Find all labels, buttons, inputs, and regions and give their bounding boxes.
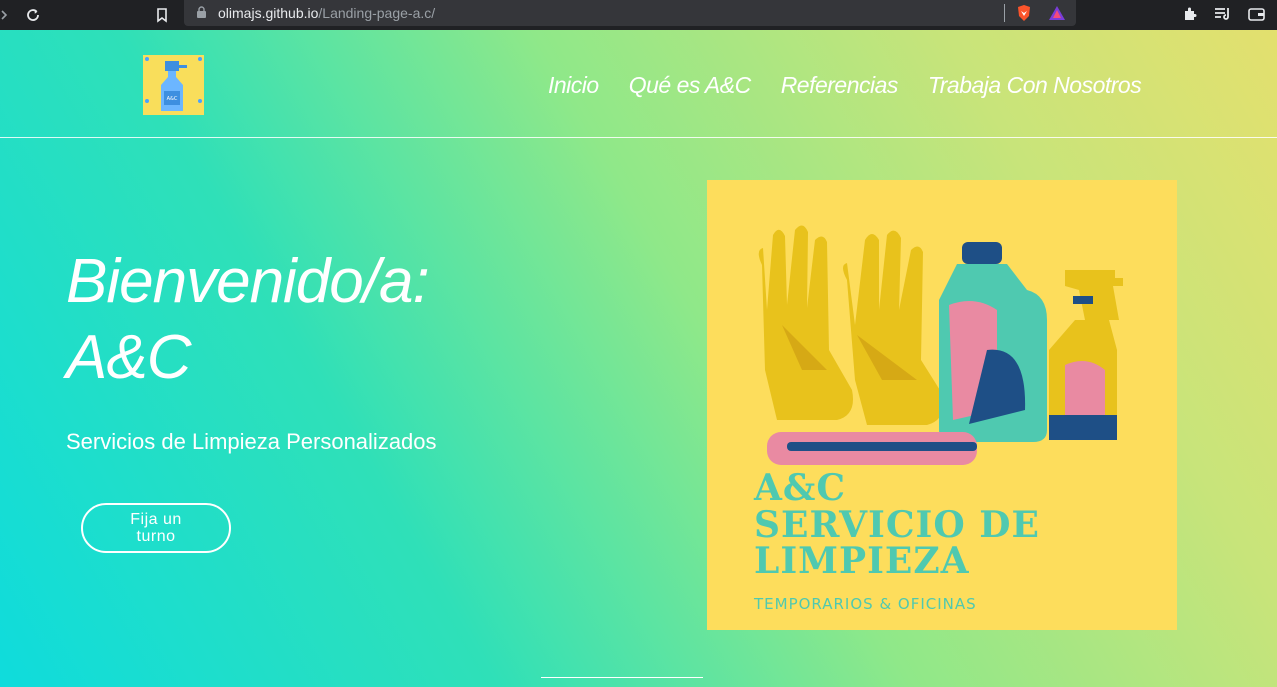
media-playlist-icon[interactable] [1214, 6, 1232, 27]
nav-item-referencias[interactable]: Referencias [781, 72, 899, 99]
extensions-icon[interactable] [1182, 6, 1198, 27]
logo-text: A&C [167, 96, 178, 102]
hero-title-line1: Bienvenido/a: [66, 247, 430, 316]
hero-title: Bienvenido/a: A&C [66, 244, 430, 396]
brave-rewards-icon[interactable] [1048, 5, 1066, 26]
reload-icon[interactable] [21, 3, 45, 27]
promo-image: A&C SERVICIO DE LIMPIEZA TEMPORARIOS & O… [707, 180, 1177, 630]
site-logo[interactable]: A&C [143, 55, 204, 115]
hero-title-line2: A&C [66, 323, 191, 392]
url-path: /Landing-page-a.c/ [318, 5, 436, 21]
book-appointment-button[interactable]: Fija un turno [81, 503, 231, 553]
nav-item-inicio[interactable]: Inicio [548, 72, 599, 99]
promo-headline: SERVICIO DE LIMPIEZA [754, 504, 1040, 582]
brave-shield-icon[interactable] [1016, 4, 1032, 27]
hero-subtitle: Servicios de Limpieza Personalizados [66, 429, 437, 454]
address-separator [1004, 4, 1005, 22]
spray-bottle-logo-icon: A&C [145, 57, 202, 111]
site-header: A&C Inicio Qué es A&C Referencias Trabaj… [0, 30, 1277, 138]
main-nav: Inicio Qué es A&C Referencias Trabaja Co… [548, 72, 1142, 99]
nav-item-trabaja[interactable]: Trabaja Con Nosotros [928, 72, 1142, 99]
wallet-icon[interactable] [1248, 7, 1265, 26]
nav-item-que-es[interactable]: Qué es A&C [629, 72, 751, 99]
url-host: olimajs.github.io [218, 5, 319, 21]
bookmark-icon[interactable] [150, 3, 174, 27]
browser-toolbar: olimajs.github.io/Landing-page-a.c/ [0, 0, 1277, 30]
promo-tagline: TEMPORARIOS & OFICINAS [754, 595, 977, 613]
cleaning-supplies-illustration [758, 225, 1123, 465]
url-text: olimajs.github.io/Landing-page-a.c/ [218, 5, 435, 21]
landing-page: A&C Inicio Qué es A&C Referencias Trabaj… [0, 30, 1277, 687]
lock-icon [196, 6, 207, 24]
promo-brand: A&C [754, 467, 847, 509]
forward-icon[interactable] [0, 3, 16, 27]
section-divider [541, 677, 703, 678]
address-bar[interactable]: olimajs.github.io/Landing-page-a.c/ [184, 0, 1076, 26]
